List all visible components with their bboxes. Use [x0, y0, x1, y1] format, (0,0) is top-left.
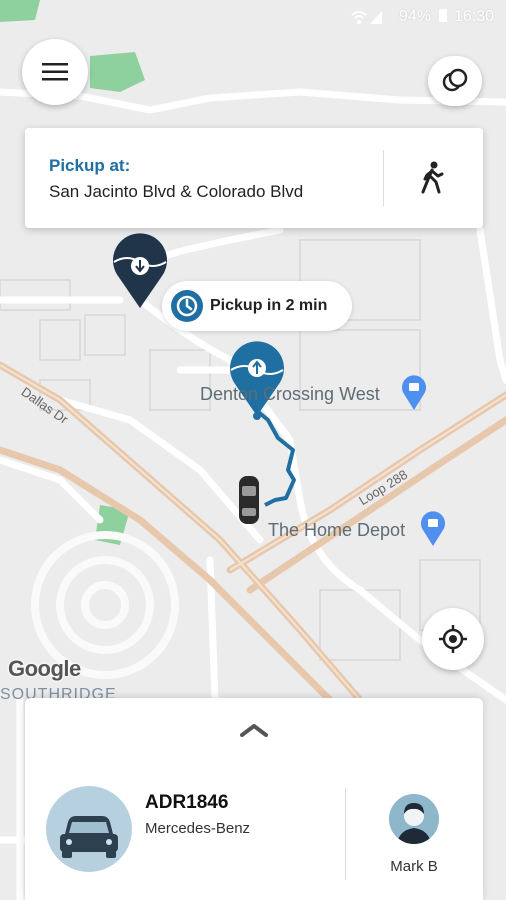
map-label-denton-crossing: Denton Crossing West [200, 384, 380, 404]
map-layers-icon [442, 68, 468, 92]
battery-icon [438, 9, 447, 22]
walking-person-icon [421, 161, 444, 194]
expand-sheet-button[interactable] [239, 722, 269, 738]
ride-details-sheet[interactable]: ADR1846 Mercedes-Benz Mark B [25, 698, 483, 900]
car-icon [60, 816, 118, 858]
sheet-divider [345, 788, 346, 880]
pickup-label: Pickup at: [49, 156, 131, 175]
my-location-button[interactable] [422, 608, 484, 670]
eta-text: Pickup in 2 min [210, 297, 328, 314]
wifi-signal-icon [351, 11, 382, 24]
google-logo: Google [8, 656, 81, 681]
clock-time: 16:30 [453, 8, 494, 25]
car-avatar [46, 786, 132, 872]
map-label-home-depot: The Home Depot [268, 520, 406, 540]
walking-directions-button[interactable] [417, 160, 447, 196]
license-plate: ADR1846 [145, 792, 229, 813]
hamburger-menu-icon [42, 63, 68, 81]
chevron-up-icon [240, 724, 268, 737]
battery-level: 94% [399, 8, 432, 25]
pickup-address[interactable]: San Jacinto Blvd & Colorado Blvd [49, 182, 303, 202]
pickup-card-divider [383, 150, 384, 206]
car-marker [239, 476, 259, 524]
menu-button[interactable] [22, 39, 88, 105]
pickup-eta-pill: Pickup in 2 min [162, 281, 352, 331]
driver-avatar-icon [389, 794, 439, 844]
map-layers-button[interactable] [428, 56, 482, 106]
clock-icon [171, 290, 203, 322]
car-model: Mercedes-Benz [145, 820, 251, 837]
pickup-card[interactable]: Pickup at: San Jacinto Blvd & Colorado B… [25, 128, 483, 228]
status-bar: 94% 16:30 [0, 0, 506, 34]
my-location-icon [439, 625, 467, 653]
driver-avatar[interactable] [389, 794, 439, 844]
driver-name: Mark B [390, 858, 438, 875]
